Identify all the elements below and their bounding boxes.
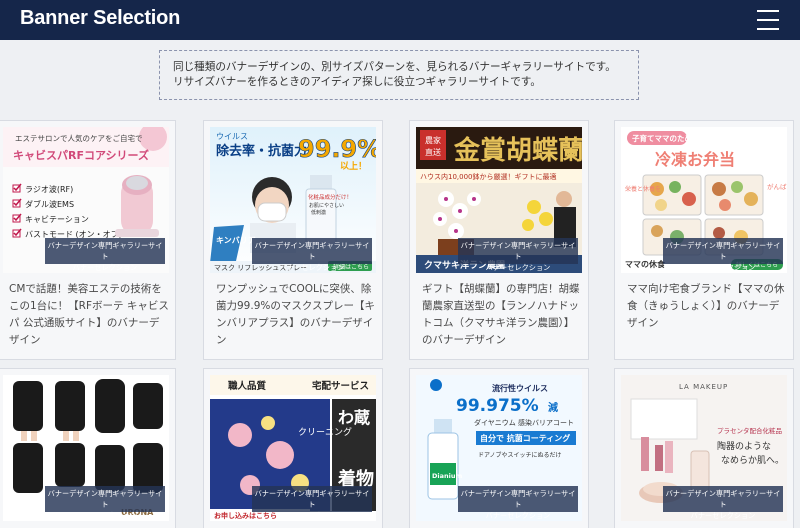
banner-headline-top: エステサロンで人気のケアをご自宅で	[15, 133, 143, 143]
badge-top: 農家	[425, 135, 441, 145]
feature-2: ダブル波EMS	[25, 199, 74, 209]
hamburger-icon[interactable]	[757, 9, 779, 31]
card-caption[interactable]: CMで話題！美容エステの技術をこの1台に！【RFボーテ キャビスパ 公式通販サイ…	[9, 281, 169, 349]
banner-card[interactable]: URONA バナーデザイン専門ギャラリーサイト バナーセレクション	[0, 368, 176, 528]
intro-line-2: リサイズバナーを作るときのアイディア探しに役立つギャラリーサイトです。	[173, 76, 541, 88]
banner-percent: 99.975%	[456, 396, 539, 416]
banner-thumbnail[interactable]: 流行性ウイルス 99.975% 減 ダイヤニウム 感染バリアコート 自分で 抗菌…	[416, 375, 582, 521]
banner-card[interactable]: ウイルス 除去率・抗菌力 99.9% 以上！ 化粧品成分だけ！ お肌にやさしい …	[203, 120, 383, 360]
vertical-text-2: クリーニング	[298, 426, 352, 438]
banner-card[interactable]: LA MAKEUP プラセンタ配合化粧品 陶器のような なめらか肌へ。 バナーデ…	[614, 368, 794, 528]
banner-tag: ウイルス	[216, 132, 248, 141]
banner-thumbnail[interactable]: 職人品質 宅配サービス わ蔵 着物 クリーニング お申し込みはこちら バナーデザ…	[210, 375, 376, 521]
bottle-text: 化粧品成分だけ！	[308, 193, 352, 201]
banner-percent-suffix: 以上！	[340, 160, 367, 172]
card-caption[interactable]: ワンプッシュでCOOLに突侠、除菌力99.9%のマスクスプレー【キンバリアプラス…	[216, 281, 376, 349]
brand: LA MAKEUP	[679, 383, 728, 391]
banner-headline: キャビスパRFコアシリーズ	[13, 148, 149, 162]
banner-sub: ドアノブやスイッチにぬるだけ	[478, 451, 561, 459]
banner-tag: 流行性ウイルス	[492, 383, 548, 393]
gallery-overlay-badge: バナーデザイン専門ギャラリーサイト バナーセレクション	[45, 486, 165, 520]
banner-card[interactable]: 職人品質 宅配サービス わ蔵 着物 クリーニング お申し込みはこちら バナーデザ…	[203, 368, 383, 528]
banner-card[interactable]: エステサロンで人気のケアをご自宅で キャビスパRFコアシリーズ ラジオ波(RF)…	[0, 120, 176, 360]
svg-text:お肌にやさしい: お肌にやさしい	[309, 202, 344, 209]
gallery-overlay-badge: バナーデザイン専門ギャラリーサイト バナーセレクション	[458, 238, 578, 272]
gallery-overlay-badge: バナーデザイン専門ギャラリーサイト バナーセレクション	[663, 486, 783, 520]
banner-percent: 99.9%	[298, 135, 376, 163]
top-left-text: 職人品質	[228, 380, 267, 392]
banner-headline: 冷凍お弁当	[655, 150, 735, 169]
feature-1: ラジオ波(RF)	[25, 184, 73, 194]
card-caption[interactable]: ギフト【胡蝶蘭】の専門店！胡蝶蘭農家直送型の【ランノハナドットコム（クマサキ洋ラ…	[422, 281, 582, 349]
banner-thumbnail[interactable]: 子育てママのための 冷凍お弁当 栄養と休養を がんばりすぎずママ ママの休食 詳…	[621, 127, 787, 273]
banner-headline: 金賞胡蝶蘭	[453, 135, 582, 166]
site-logo[interactable]: Banner Selection	[20, 7, 180, 30]
gallery-overlay-badge: バナーデザイン専門ギャラリーサイト バナーセレクション	[663, 238, 783, 272]
banner-card[interactable]: 流行性ウイルス 99.975% 減 ダイヤニウム 感染バリアコート 自分で 抗菌…	[409, 368, 589, 528]
feature-3: キャビテーション	[25, 215, 89, 224]
product-name: キンバリア	[216, 236, 256, 245]
banner-percent-suffix: 減	[548, 401, 558, 414]
gallery-overlay-badge: バナーデザイン専門ギャラリーサイト バナーセレクション	[252, 238, 372, 272]
side-text-3: なめらか肌へ。	[721, 455, 784, 466]
card-caption[interactable]: ママ向け宅食ブランド【ママの休食（きゅうしょく）】のバナーデザイン	[627, 281, 787, 332]
banner-sub: ハウス内10,000鉢から厳選！ギフトに最適	[420, 172, 557, 181]
coating-text: 自分で 抗菌コーティング	[480, 433, 570, 443]
top-right-text: 宅配サービス	[312, 380, 369, 392]
banner-thumbnail[interactable]: URONA バナーデザイン専門ギャラリーサイト バナーセレクション	[3, 375, 169, 521]
banner-thumbnail[interactable]: 農家 直送 金賞胡蝶蘭 ハウス内10,000鉢から厳選！ギフトに最適 クマサキ洋…	[416, 127, 582, 273]
banner-card[interactable]: 子育てママのための 冷凍お弁当 栄養と休養を がんばりすぎずママ ママの休食 詳…	[614, 120, 794, 360]
banner-headline: 除去率・抗菌力	[216, 143, 307, 159]
bottle-label: Dianium	[432, 472, 462, 480]
banner-tag: 子育てママのための	[632, 133, 700, 143]
badge-bottom: 直送	[425, 147, 441, 157]
side-text-1: プラセンタ配合化粧品	[717, 426, 782, 435]
intro-line-1: 同じ種類のバナーデザインの、別サイズパターンを、見られるバナーギャラリーサイトで…	[173, 61, 616, 73]
banner-card[interactable]: 農家 直送 金賞胡蝶蘭 ハウス内10,000鉢から厳選！ギフトに最適 クマサキ洋…	[409, 120, 589, 360]
side-text-2: 陶器のような	[717, 440, 771, 452]
gallery-overlay-badge: バナーデザイン専門ギャラリーサイト バナーセレクション	[45, 238, 165, 272]
gallery-overlay-badge: バナーデザイン専門ギャラリーサイト バナーセレクション	[252, 486, 372, 520]
side-text-2: 栄養と休養を	[625, 185, 661, 193]
intro-box: 同じ種類のバナーデザインの、別サイズパターンを、見られるバナーギャラリーサイトで…	[159, 50, 639, 100]
vertical-text-1: わ蔵	[338, 408, 370, 427]
banner-thumbnail[interactable]: LA MAKEUP プラセンタ配合化粧品 陶器のような なめらか肌へ。 バナーデ…	[621, 375, 787, 521]
top-header: Banner Selection	[0, 0, 800, 40]
product-name: ダイヤニウム 感染バリアコート	[474, 418, 574, 427]
brand: ママの休食	[625, 259, 666, 269]
side-text: がんばりすぎずママ	[767, 182, 787, 191]
banner-thumbnail[interactable]: ウイルス 除去率・抗菌力 99.9% 以上！ 化粧品成分だけ！ お肌にやさしい …	[210, 127, 376, 273]
svg-text:低刺激: 低刺激	[311, 209, 326, 216]
banner-thumbnail[interactable]: エステサロンで人気のケアをご自宅で キャビスパRFコアシリーズ ラジオ波(RF)…	[3, 127, 169, 273]
gallery-overlay-badge: バナーデザイン専門ギャラリーサイト バナーセレクション	[458, 486, 578, 520]
